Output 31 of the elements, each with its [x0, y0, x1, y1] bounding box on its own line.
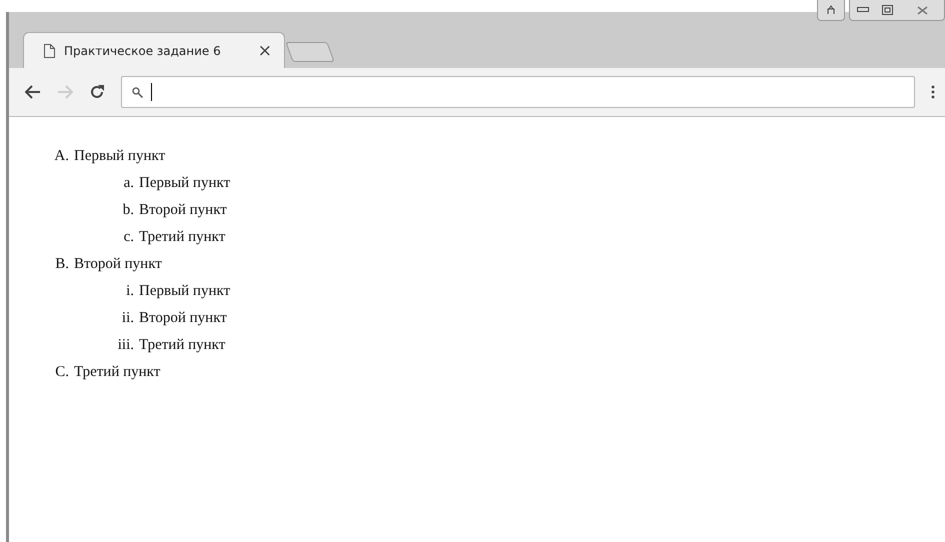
- back-arrow-icon[interactable]: [25, 85, 41, 99]
- list-marker: ii.: [120, 310, 135, 327]
- list-item-text: Третий пункт: [139, 337, 226, 354]
- list-item-text: Первый пункт: [139, 175, 230, 192]
- profile-button[interactable]: [817, 0, 845, 21]
- list-marker: A.: [53, 148, 70, 165]
- maximize-icon[interactable]: [882, 5, 893, 15]
- close-tab-button[interactable]: ×: [256, 40, 274, 60]
- list-item-text: Второй пункт: [139, 310, 227, 327]
- list-item-text: Первый пункт: [139, 283, 230, 300]
- list-item-text: Первый пункт: [74, 148, 166, 165]
- menu-icon[interactable]: [931, 85, 935, 99]
- tab-title: Практическое задание 6: [64, 44, 222, 58]
- page-icon: [44, 44, 55, 58]
- reload-icon[interactable]: [89, 84, 105, 100]
- list-marker: b.: [122, 202, 135, 219]
- minimize-icon[interactable]: [856, 7, 868, 13]
- list-marker: B.: [54, 256, 70, 273]
- browser-tab[interactable]: Практическое задание 6 ×: [23, 32, 285, 68]
- list-marker: C.: [54, 364, 70, 381]
- list-item-text: Третий пункт: [74, 364, 160, 381]
- list-item-text: Третий пункт: [139, 229, 226, 246]
- list-marker: iii.: [116, 337, 135, 354]
- search-icon: [132, 86, 143, 98]
- close-icon[interactable]: [916, 6, 928, 14]
- address-field[interactable]: [121, 76, 915, 108]
- list-marker: a.: [122, 175, 135, 192]
- list-marker: i.: [125, 283, 135, 300]
- list-item-text: Второй пункт: [139, 202, 227, 219]
- list-item-text: Второй пункт: [74, 256, 162, 273]
- list-marker: c.: [122, 229, 135, 246]
